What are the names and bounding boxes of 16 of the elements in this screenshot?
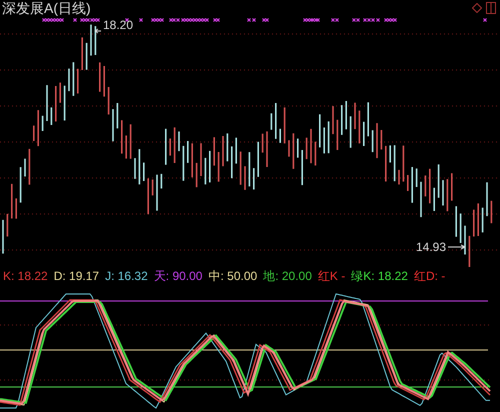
high-price-label: 18.20 (103, 19, 134, 31)
indicator-value: 红D: - (414, 270, 446, 282)
arrow-icon (448, 244, 466, 250)
indicator-value: 绿K: 18.22 (351, 270, 408, 282)
low-price-label: 14.93 (416, 241, 446, 253)
panel-icon[interactable] (486, 2, 496, 14)
indicator-value: 天: 90.00 (154, 270, 202, 282)
indicator-value: D: 19.17 (54, 270, 100, 282)
indicator-value: 红K - (318, 270, 346, 282)
indicator-value: J: 16.32 (105, 270, 148, 282)
arrow-icon (94, 28, 102, 34)
diamond-icon[interactable] (472, 3, 482, 13)
indicator-value: 中: 50.00 (208, 270, 258, 282)
indicator-value: K: 18.22 (3, 270, 48, 282)
indicator-value: 地: 20.00 (263, 270, 312, 282)
chart-title: 深发展A(日线) (2, 1, 91, 15)
